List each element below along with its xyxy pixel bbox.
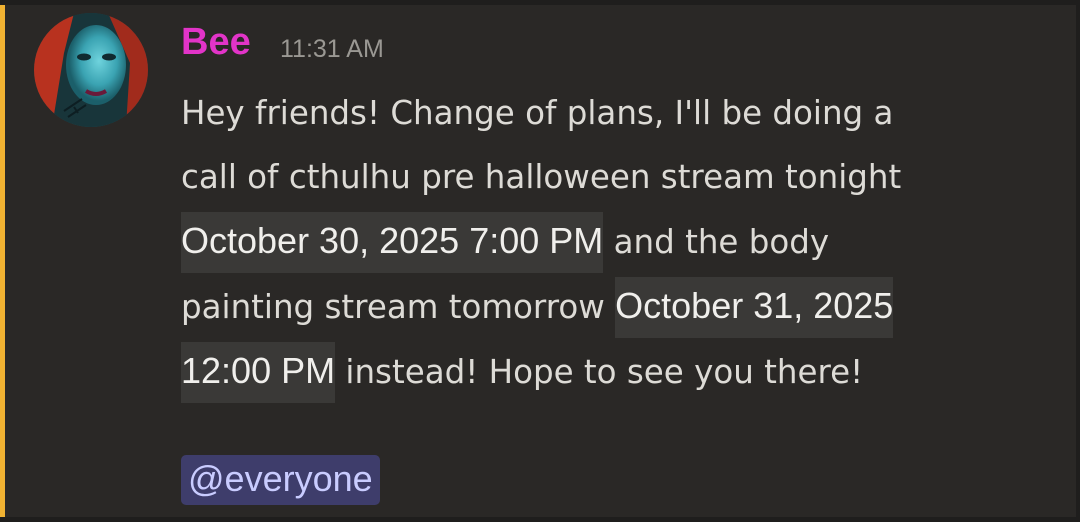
message-author[interactable]: Bee [181, 23, 251, 61]
timestamp-chip-2-time[interactable]: 12:00 PM [181, 342, 336, 403]
message-text-line1: Hey friends! Change of plans, I'll be do… [181, 94, 894, 132]
user-avatar-icon [34, 13, 148, 127]
message-text-line4: painting stream tomorrow [181, 288, 616, 326]
mention-highlight-bar [0, 5, 5, 517]
avatar[interactable] [34, 13, 148, 127]
timestamp-chip-1[interactable]: October 30, 2025 7:00 PM [181, 212, 604, 273]
message-text-end: instead! Hope to see you there! [335, 353, 864, 391]
message-text-line2: call of cthulhu pre halloween stream ton… [181, 158, 902, 196]
message-body: Hey friends! Change of plans, I'll be do… [181, 81, 1061, 404]
everyone-mention[interactable]: @everyone [181, 455, 380, 505]
message-text-mid: and the body [603, 223, 830, 261]
message-container: Bee 11:31 AM Hey friends! Change of plan… [0, 0, 1080, 522]
mention-wrapper: @everyone [181, 455, 380, 505]
timestamp-chip-2-date[interactable]: October 31, 2025 [615, 277, 894, 338]
message-timestamp[interactable]: 11:31 AM [280, 37, 384, 62]
